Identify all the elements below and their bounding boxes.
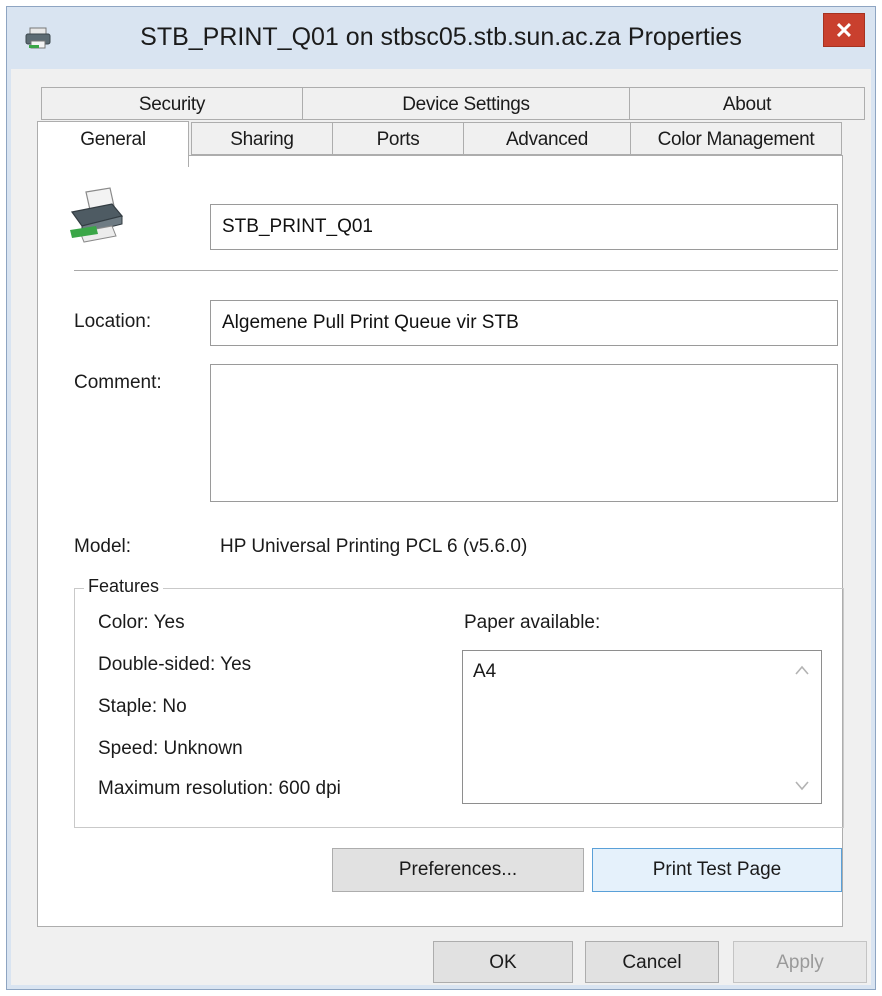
- apply-button[interactable]: Apply: [733, 941, 867, 983]
- model-label: Model:: [74, 536, 132, 557]
- ok-button[interactable]: OK: [433, 941, 573, 983]
- tab-security[interactable]: Security: [41, 87, 303, 120]
- comment-field[interactable]: [210, 364, 838, 502]
- feature-color: Color: Yes: [98, 612, 185, 633]
- general-tab-panel: STB_PRINT_Q01 Location: Algemene Pull Pr…: [37, 155, 844, 927]
- feature-staple: Staple: No: [98, 696, 187, 717]
- tab-about[interactable]: About: [629, 87, 865, 120]
- paper-list[interactable]: A4: [462, 650, 822, 804]
- location-field[interactable]: Algemene Pull Print Queue vir STB: [210, 300, 838, 346]
- tab-sharing[interactable]: Sharing: [191, 122, 333, 155]
- separator: [74, 270, 838, 271]
- paper-item[interactable]: A4: [473, 661, 496, 683]
- chevron-down-icon[interactable]: [795, 781, 809, 791]
- model-value: HP Universal Printing PCL 6 (v5.6.0): [220, 536, 528, 557]
- printer-icon: [70, 187, 124, 243]
- tab-general[interactable]: General: [37, 121, 189, 167]
- comment-label: Comment:: [74, 372, 162, 393]
- tab-ports[interactable]: Ports: [332, 122, 464, 155]
- location-label: Location:: [74, 311, 152, 332]
- tab-device-settings[interactable]: Device Settings: [302, 87, 630, 120]
- preferences-button[interactable]: Preferences...: [332, 848, 584, 892]
- printer-name-field[interactable]: STB_PRINT_Q01: [210, 204, 838, 250]
- dialog-body: Security Device Settings About General S…: [11, 69, 871, 985]
- tab-advanced[interactable]: Advanced: [463, 122, 631, 155]
- tab-color-management[interactable]: Color Management: [630, 122, 842, 155]
- cancel-button[interactable]: Cancel: [585, 941, 719, 983]
- properties-dialog: STB_PRINT_Q01 on stbsc05.stb.sun.ac.za P…: [6, 6, 876, 990]
- chevron-up-icon[interactable]: [795, 665, 809, 675]
- features-title: Features: [84, 576, 164, 597]
- feature-double-sided: Double-sided: Yes: [98, 654, 252, 675]
- print-test-page-button[interactable]: Print Test Page: [592, 848, 842, 892]
- close-button[interactable]: ✕: [823, 13, 865, 47]
- feature-max-resolution: Maximum resolution: 600 dpi: [98, 778, 341, 799]
- feature-speed: Speed: Unknown: [98, 738, 243, 759]
- title-bar[interactable]: STB_PRINT_Q01 on stbsc05.stb.sun.ac.za P…: [7, 7, 875, 69]
- paper-available-label: Paper available:: [464, 612, 601, 633]
- window-title: STB_PRINT_Q01 on stbsc05.stb.sun.ac.za P…: [140, 23, 742, 51]
